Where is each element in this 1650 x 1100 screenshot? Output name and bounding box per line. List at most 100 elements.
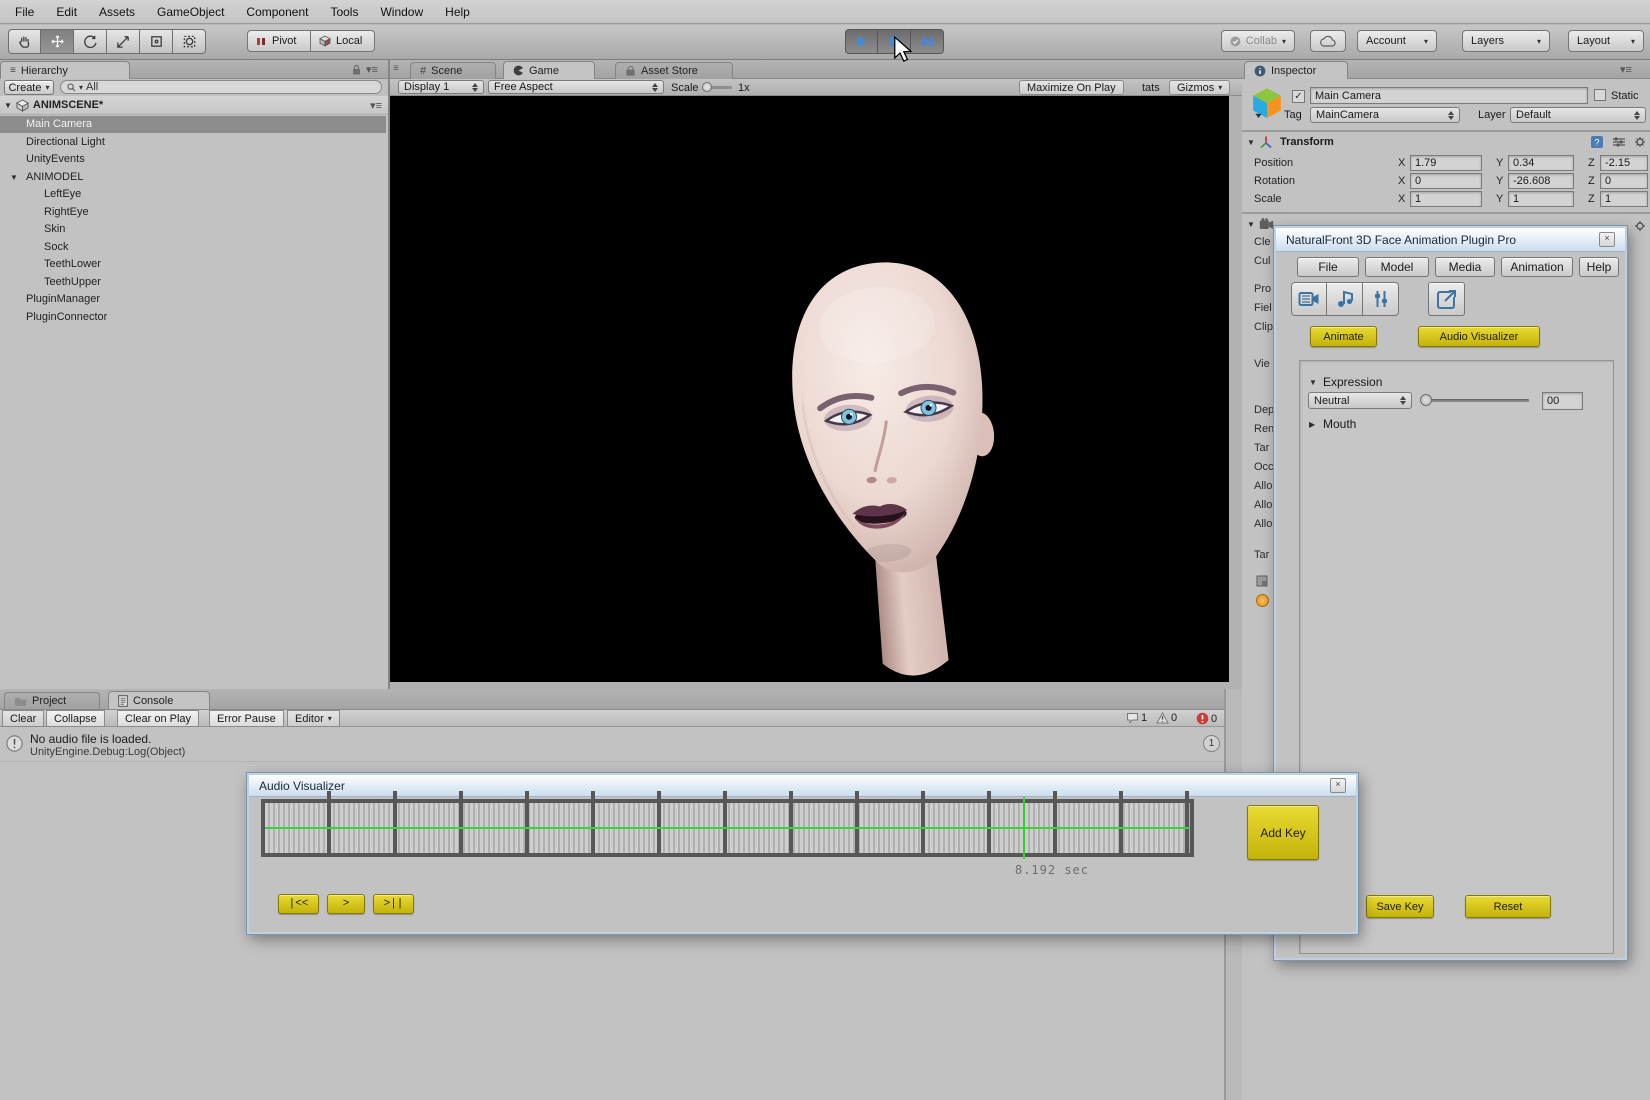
rect-tool-button[interactable] <box>140 29 173 54</box>
scene-tab[interactable]: # Scene <box>410 62 496 79</box>
expression-foldout[interactable]: ▼ <box>1309 378 1317 387</box>
plugin-menu-help[interactable]: Help <box>1579 257 1619 277</box>
rewind-button[interactable]: |<< <box>278 894 319 914</box>
camera-foldout[interactable]: ▼ <box>1247 220 1255 229</box>
camera-gear-icon[interactable] <box>1634 220 1646 232</box>
menu-file[interactable]: File <box>4 5 45 19</box>
animodel-foldout[interactable]: ▼ <box>10 169 18 186</box>
create-button[interactable]: Create▾ <box>4 80 54 95</box>
maximize-on-play-toggle[interactable]: Maximize On Play <box>1019 80 1124 95</box>
menu-edit[interactable]: Edit <box>45 5 88 19</box>
rotation-y-field[interactable]: -26.608 <box>1508 173 1574 189</box>
tag-dropdown[interactable]: MainCamera <box>1310 107 1460 123</box>
clear-on-play-toggle[interactable]: Clear on Play <box>117 710 199 727</box>
layer-dropdown[interactable]: Default <box>1510 107 1646 123</box>
timeline-playhead[interactable] <box>1023 797 1025 859</box>
play-button[interactable] <box>845 29 878 54</box>
presets-icon[interactable] <box>1612 136 1626 148</box>
cloud-button[interactable] <box>1310 30 1346 52</box>
static-checkbox[interactable] <box>1594 89 1606 101</box>
collapse-toggle[interactable]: Collapse <box>46 710 105 727</box>
clear-button[interactable]: Clear <box>2 710 44 727</box>
layout-dropdown[interactable]: Layout▾ <box>1568 30 1644 52</box>
scale-y-field[interactable]: 1 <box>1508 191 1574 207</box>
hierarchy-panel-menu-icon[interactable]: ▾≡ <box>366 63 378 76</box>
gear-icon[interactable] <box>1634 136 1646 148</box>
plugin-window-titlebar[interactable]: NaturalFront 3D Face Animation Plugin Pr… <box>1276 228 1625 252</box>
error-pause-toggle[interactable]: Error Pause <box>209 710 284 727</box>
help-book-icon[interactable]: ? <box>1590 135 1604 149</box>
scale-slider-handle[interactable] <box>702 82 712 92</box>
mixer-tool-button[interactable] <box>1363 282 1399 316</box>
hierarchy-item-unityevents[interactable]: UnityEvents <box>0 151 386 168</box>
inspector-tab[interactable]: Inspector <box>1244 61 1348 79</box>
expression-slider[interactable] <box>1425 399 1529 402</box>
rotation-z-field[interactable]: 0 <box>1600 173 1648 189</box>
plugin-menu-file[interactable]: File <box>1297 257 1359 277</box>
editor-dropdown[interactable]: Editor▾ <box>287 710 340 727</box>
expression-slider-handle[interactable] <box>1420 394 1432 406</box>
mouth-foldout[interactable]: ▶ <box>1309 420 1315 429</box>
capture-tool-button[interactable] <box>1291 282 1327 316</box>
menu-window[interactable]: Window <box>369 5 434 19</box>
scene-header-row[interactable]: ▼ ANIMSCENE* ▾≡ <box>0 96 388 115</box>
scene-options-icon[interactable]: ▾≡ <box>370 99 382 112</box>
lock-icon[interactable] <box>352 64 361 75</box>
hierarchy-search-input[interactable]: ▾ All <box>60 80 382 94</box>
export-tool-button[interactable] <box>1428 282 1465 316</box>
position-y-field[interactable]: 0.34 <box>1508 155 1574 171</box>
audio-tool-button[interactable] <box>1327 282 1363 316</box>
hierarchy-item-pluginmanager[interactable]: PluginManager <box>0 291 386 308</box>
hierarchy-item-pluginconnector[interactable]: PluginConnector <box>0 309 386 326</box>
hierarchy-item-animodel[interactable]: ▼ ANIMODEL <box>0 169 386 186</box>
hierarchy-item-sock[interactable]: Sock <box>0 239 386 256</box>
step-button[interactable] <box>911 29 944 54</box>
active-checkbox[interactable]: ✓ <box>1292 90 1305 103</box>
scale-z-field[interactable]: 1 <box>1600 191 1648 207</box>
aspect-dropdown[interactable]: Free Aspect <box>488 80 664 94</box>
object-name-field[interactable]: Main Camera <box>1310 87 1588 104</box>
audio-window-close-button[interactable]: × <box>1330 778 1346 793</box>
account-dropdown[interactable]: Account▾ <box>1357 30 1437 52</box>
scale-tool-button[interactable] <box>107 29 140 54</box>
save-key-button[interactable]: Save Key <box>1366 895 1434 918</box>
menu-assets[interactable]: Assets <box>88 5 146 19</box>
audio-visualizer-button[interactable]: Audio Visualizer <box>1418 326 1540 347</box>
play-audio-button[interactable]: > <box>327 894 365 914</box>
position-z-field[interactable]: -2.15 <box>1600 155 1648 171</box>
console-tab[interactable]: Console <box>108 691 210 709</box>
move-tool-button[interactable] <box>41 29 74 54</box>
project-tab[interactable]: Project <box>4 692 100 709</box>
game-panel-menu-icon[interactable]: ≡ <box>393 63 399 74</box>
reset-button[interactable]: Reset <box>1465 895 1551 918</box>
hierarchy-item-lefteye[interactable]: LeftEye <box>0 186 386 203</box>
animate-button[interactable]: Animate <box>1310 326 1377 347</box>
error-count-toggle[interactable]: 0 <box>1196 712 1217 725</box>
stats-toggle[interactable]: tats <box>1142 82 1160 94</box>
game-viewport[interactable] <box>390 96 1229 682</box>
step-end-button[interactable]: >|| <box>373 894 414 914</box>
layers-dropdown[interactable]: Layers▾ <box>1462 30 1550 52</box>
inspector-panel-menu-icon[interactable]: ▾≡ <box>1620 63 1632 76</box>
warning-count-toggle[interactable]: 0 <box>1156 712 1177 724</box>
hierarchy-tab[interactable]: ≡ Hierarchy <box>0 61 130 79</box>
transform-tool-button[interactable] <box>173 29 206 54</box>
add-key-button[interactable]: Add Key <box>1247 805 1319 860</box>
scene-foldout[interactable]: ▼ <box>4 101 12 110</box>
gameobject-cube-icon[interactable] <box>1250 85 1284 119</box>
rotate-tool-button[interactable] <box>74 29 107 54</box>
rotation-x-field[interactable]: 0 <box>1410 173 1482 189</box>
position-x-field[interactable]: 1.79 <box>1410 155 1482 171</box>
asset-store-tab[interactable]: Asset Store <box>615 62 733 79</box>
expression-amount-field[interactable]: 00 <box>1542 392 1583 410</box>
transform-foldout[interactable]: ▼ <box>1247 138 1255 147</box>
game-tab[interactable]: Game <box>503 61 595 79</box>
collab-dropdown[interactable]: Collab▾ <box>1221 30 1295 52</box>
menu-help[interactable]: Help <box>434 5 481 19</box>
plugin-menu-media[interactable]: Media <box>1435 257 1495 277</box>
hierarchy-item-teethupper[interactable]: TeethUpper <box>0 274 386 291</box>
plugin-menu-animation[interactable]: Animation <box>1501 257 1573 277</box>
gizmos-dropdown[interactable]: Gizmos▾ <box>1169 80 1230 95</box>
menu-tools[interactable]: Tools <box>319 5 369 19</box>
menu-component[interactable]: Component <box>235 5 319 19</box>
